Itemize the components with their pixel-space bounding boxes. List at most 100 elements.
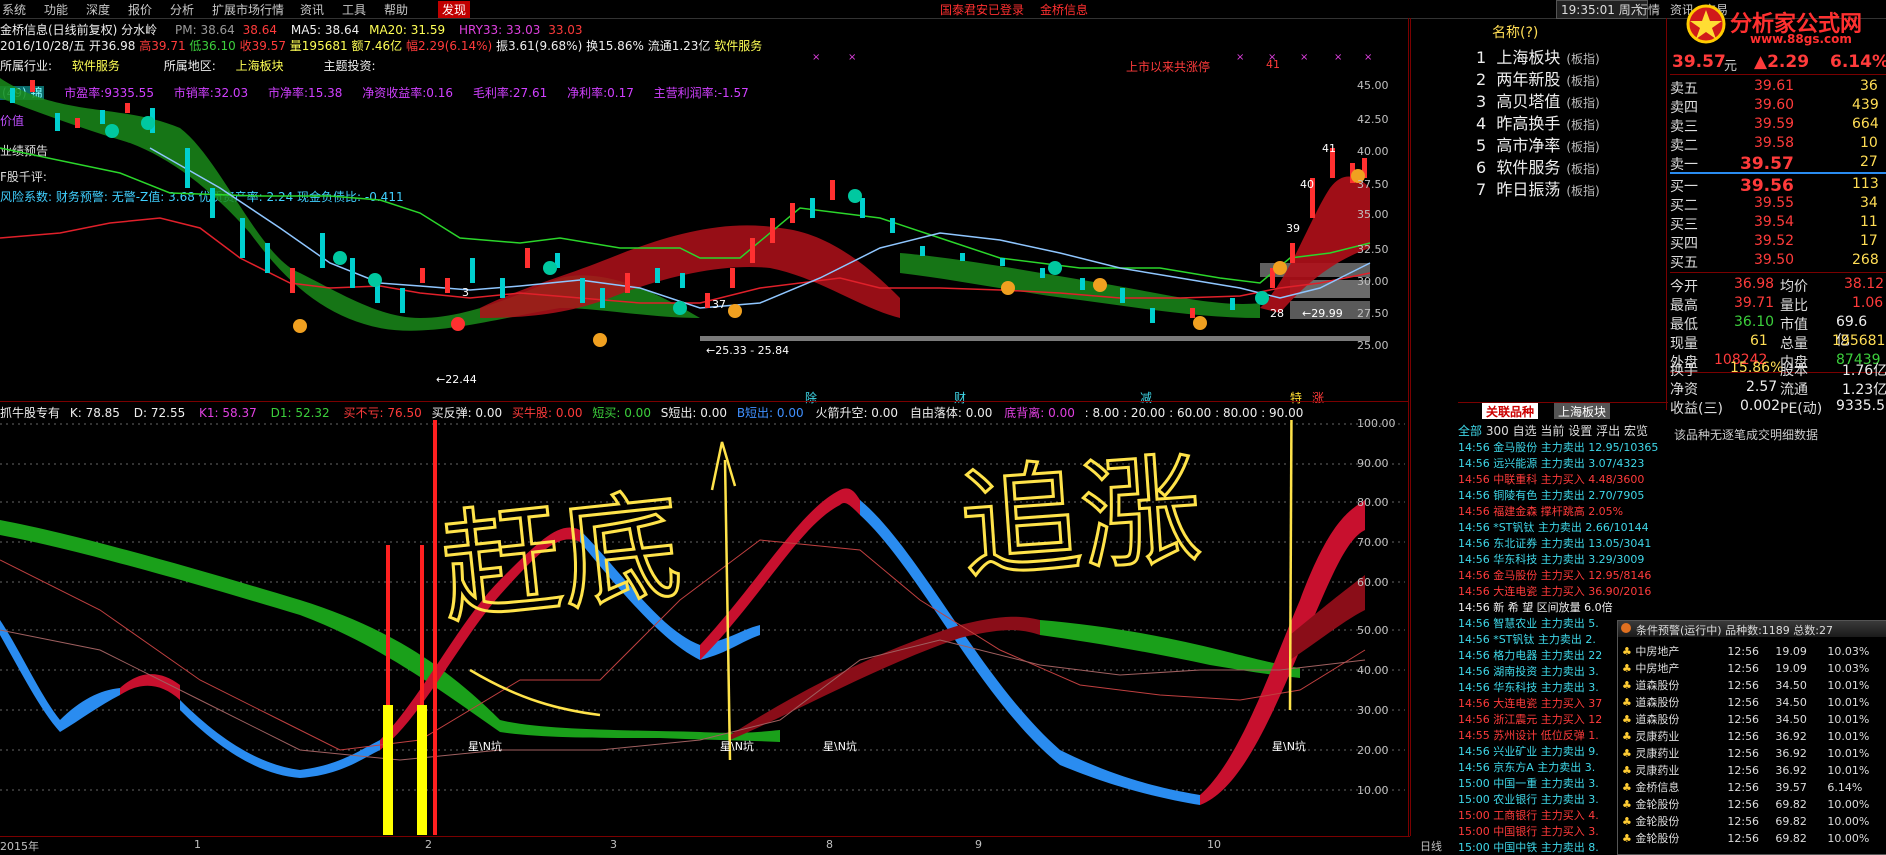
bid-row-1[interactable]: 买一 39.56 113	[1670, 176, 1880, 196]
quote-divider	[1670, 74, 1886, 75]
tick-row[interactable]: 14:55 苏州设计 低位反弹 1.	[1458, 727, 1599, 743]
cond-row[interactable]: ♣ 道森股份 12:56 34.50 10.01%	[1622, 694, 1884, 710]
tick-row[interactable]: 14:56 浙江震元 主力买入 12	[1458, 711, 1602, 727]
tick-row[interactable]: 14:56 格力电器 主力卖出 22	[1458, 647, 1602, 663]
tick-row[interactable]: 14:56 华东科技 主力卖出 3.	[1458, 679, 1599, 695]
tick-row[interactable]: 15:00 工商银行 主力买入 4.	[1458, 807, 1599, 823]
ask-row-5[interactable]: 卖五 39.61 36	[1670, 78, 1880, 97]
cond-row[interactable]: ♣ 金轮股份 12:56 69.82 10.00%	[1622, 813, 1884, 829]
ind-s-short: S短出: 0.00	[660, 406, 727, 420]
cond-row[interactable]: ♣ 灵康药业 12:56 36.92 10.01%	[1622, 745, 1884, 761]
cond-row[interactable]: ♣ 中房地产 12:56 19.09 10.03%	[1622, 660, 1884, 676]
menu-item-system[interactable]: 系统	[2, 1, 26, 18]
filter-current[interactable]: 当前	[1540, 424, 1564, 438]
sector-row-2[interactable]: 2 两年新股 (板指)	[1476, 66, 1600, 90]
filter-all[interactable]: 全部	[1458, 424, 1482, 438]
sector-row-3[interactable]: 3 高贝塔值 (板指)	[1476, 88, 1600, 112]
menu-item-discover[interactable]: 发现	[438, 1, 471, 18]
tick-row[interactable]: 14:56 智慧农业 主力卖出 5.	[1458, 615, 1599, 631]
bid-row-4[interactable]: 买四 39.52 17	[1670, 233, 1880, 252]
tick-row[interactable]: 14:56 湖南投资 主力卖出 3.	[1458, 663, 1599, 679]
menu-item-right-quote[interactable]: 行情	[1636, 1, 1660, 18]
menu-item-extended-market[interactable]: 扩展市场行情	[212, 1, 284, 18]
ask-row-1[interactable]: 卖一 39.57 27	[1670, 154, 1880, 174]
fund-label-pe: PE(动)	[1780, 401, 1823, 417]
sector-row-1[interactable]: 1 上海板块 (板指)	[1476, 44, 1600, 68]
cond-row[interactable]: ♣ 灵康药业 12:56 36.92 10.01%	[1622, 762, 1884, 778]
x-label-10: 10	[1207, 838, 1221, 851]
sector-row-7[interactable]: 7 昨日振荡 (板指)	[1476, 176, 1600, 200]
red-band-c	[700, 488, 860, 660]
tick-row[interactable]: 14:56 东北证券 主力卖出 13.05/3041	[1458, 535, 1651, 551]
tick-row[interactable]: 14:56 京东方A 主力卖出 3.	[1458, 759, 1595, 775]
tick-row[interactable]: 14:56 铜陵有色 主力卖出 2.70/7905	[1458, 487, 1644, 503]
filter-float[interactable]: 浮出	[1596, 424, 1620, 438]
x-label-2015: 2015年	[0, 840, 39, 853]
tab-shanghai[interactable]: 上海板块	[1554, 403, 1611, 419]
ind-buy-bull: 买牛股: 0.00	[511, 406, 583, 420]
menu-item-quote[interactable]: 报价	[128, 1, 152, 18]
tick-row[interactable]: 14:56 金马股份 主力买入 12.95/8146	[1458, 567, 1651, 583]
menu-item-news[interactable]: 资讯	[300, 1, 324, 18]
menu-item-function[interactable]: 功能	[44, 1, 68, 18]
bid-row-3[interactable]: 买三 39.54 11	[1670, 214, 1880, 233]
ask-row-2[interactable]: 卖二 39.58 10	[1670, 135, 1880, 154]
tick-row[interactable]: 14:56 华东科技 主力卖出 3.29/3009	[1458, 551, 1644, 567]
event-mark-limit-up[interactable]: 涨	[1312, 389, 1324, 406]
filter-settings[interactable]: 设置	[1568, 424, 1592, 438]
tick-row[interactable]: 14:56 新 希 望 区间放量 6.0倍	[1458, 599, 1613, 615]
svg-text:×: ×	[848, 52, 856, 63]
menu-item-depth[interactable]: 深度	[86, 1, 110, 18]
filter-300[interactable]: 300	[1486, 424, 1509, 438]
fund-value-pe: 9335.5	[1836, 398, 1885, 414]
menu-item-tools[interactable]: 工具	[342, 1, 366, 18]
bottom-band	[700, 336, 1370, 341]
cond-flag-icon: ♣	[1622, 832, 1636, 845]
sector-row-6[interactable]: 6 软件服务 (板指)	[1476, 154, 1600, 178]
tick-row[interactable]: 14:56 *ST钒钛 主力卖出 2.66/10144	[1458, 519, 1649, 535]
ask-row-3[interactable]: 卖三 39.59 664	[1670, 116, 1880, 135]
bid-row-2[interactable]: 买二 39.55 34	[1670, 195, 1880, 214]
svg-text:×: ×	[1268, 52, 1276, 63]
price-tick-25: 25.00	[1357, 339, 1389, 352]
tick-row[interactable]: 14:56 兴业矿业 主力卖出 9.	[1458, 743, 1599, 759]
cond-list[interactable]: ♣ 中房地产 12:56 19.09 10.03% ♣ 中房地产 12:56 19.09 10…	[1622, 643, 1884, 853]
filter-bar: 全部 300 自选 当前 设置 浮出 宏览	[1458, 422, 1648, 439]
cond-row[interactable]: ♣ 金轮股份 12:56 69.82 10.00%	[1622, 796, 1884, 812]
tick-row[interactable]: 14:56 中联重科 主力买入 4.48/3600	[1458, 471, 1644, 487]
tab-related[interactable]: 关联品种	[1482, 403, 1539, 419]
menu-item-help[interactable]: 帮助	[384, 1, 408, 18]
filter-browse[interactable]: 宏览	[1624, 424, 1648, 438]
cond-row[interactable]: ♣ 道森股份 12:56 34.50 10.01%	[1622, 677, 1884, 693]
tick-row[interactable]: 15:00 中国一重 主力卖出 3.	[1458, 775, 1599, 791]
ind-buy-not-lose: 买不亏: 76.50	[343, 406, 422, 420]
tick-row[interactable]: 15:00 中国中铁 主力卖出 8.	[1458, 839, 1599, 854]
menu-item-analysis[interactable]: 分析	[170, 1, 194, 18]
ask-row-4[interactable]: 卖四 39.60 439	[1670, 97, 1880, 116]
price-chart[interactable]: × × × × × × ×	[0, 18, 1410, 408]
cond-row[interactable]: ♣ 金轮股份 12:56 69.82 10.00%	[1622, 830, 1884, 846]
cond-row[interactable]: ♣ 中房地产 12:56 19.09 10.03%	[1622, 643, 1884, 659]
tick-row[interactable]: 15:00 农业银行 主力卖出 3.	[1458, 791, 1599, 807]
tick-row[interactable]: 14:56 大连电瓷 主力买入 37	[1458, 695, 1602, 711]
ind-tick-50: 50.00	[1357, 624, 1389, 637]
tick-row[interactable]: 14:56 远兴能源 主力卖出 3.07/4323	[1458, 455, 1644, 471]
sector-row-5[interactable]: 5 高市净率 (板指)	[1476, 132, 1600, 156]
price-tick-3250: 32.50	[1357, 243, 1389, 256]
top-markers: × × × × × × ×	[812, 52, 1372, 63]
cond-flag-icon: ♣	[1622, 798, 1636, 811]
fund-value-float: 1.23亿	[1842, 382, 1886, 398]
tick-row[interactable]: 14:56 金马股份 主力卖出 12.95/10365	[1458, 439, 1658, 455]
filter-watchlist[interactable]: 自选	[1513, 424, 1537, 438]
cond-row[interactable]: ♣ 道森股份 12:56 34.50 10.01%	[1622, 711, 1884, 727]
tick-row[interactable]: 14:56 大连电瓷 主力买入 36.90/2016	[1458, 583, 1651, 599]
sector-row-4[interactable]: 4 昨高换手 (板指)	[1476, 110, 1600, 134]
period-label[interactable]: 日线	[1420, 838, 1442, 854]
bid-row-5[interactable]: 买五 39.50 268	[1670, 252, 1880, 271]
ind-k1: K1: 58.37	[199, 406, 257, 420]
cond-row[interactable]: ♣ 灵康药业 12:56 36.92 10.01%	[1622, 728, 1884, 744]
cond-row[interactable]: ♣ 金桥信息 12:56 39.57 6.14%	[1622, 779, 1884, 795]
tick-row[interactable]: 14:56 *ST钒钛 主力卖出 2.	[1458, 631, 1596, 647]
tick-row[interactable]: 14:56 福建金森 撑杆跳高 2.05%	[1458, 503, 1623, 519]
tick-row[interactable]: 15:00 中国银行 主力买入 3.	[1458, 823, 1599, 839]
